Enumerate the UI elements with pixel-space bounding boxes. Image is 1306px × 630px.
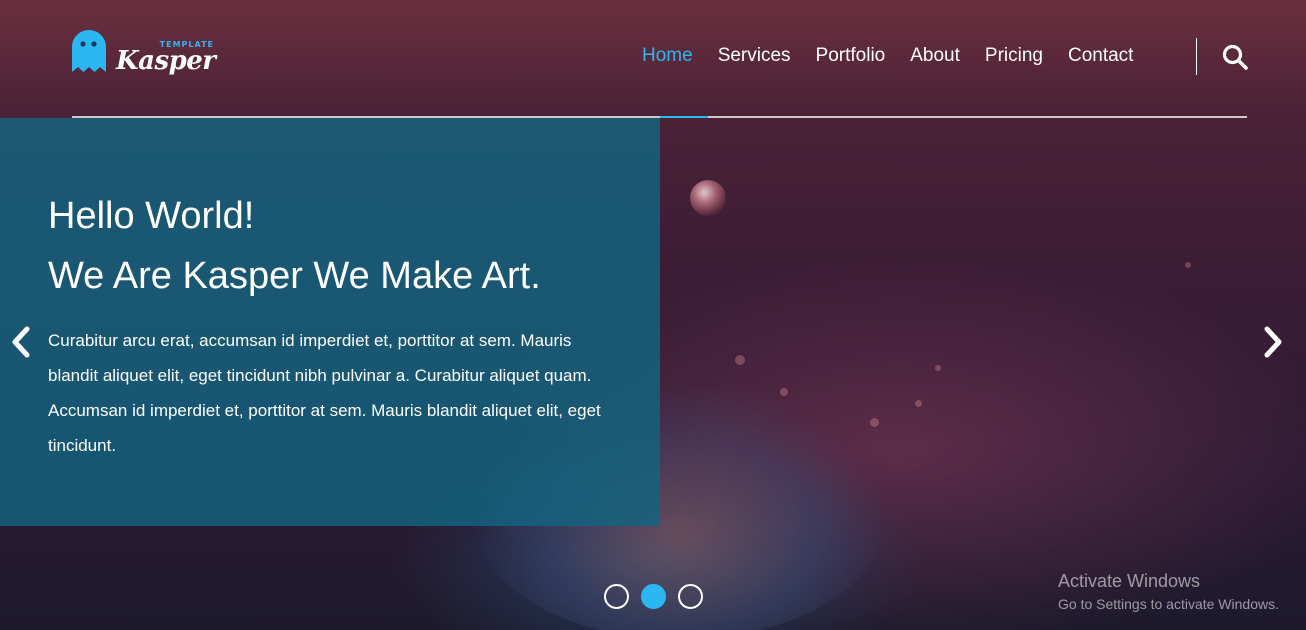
spray-droplet [780,388,788,396]
slider-pagination [604,584,715,609]
header-underline-accent [660,116,708,118]
slide-dot-3[interactable] [678,584,703,609]
watermark-title: Activate Windows [1058,571,1201,591]
spray-droplet [1185,262,1191,268]
hero-headline-line2: We Are Kasper We Make Art. [48,255,541,297]
nav-item-about[interactable]: About [910,44,960,68]
slide-dot-2[interactable] [641,584,666,609]
site-header: TEMPLATE Kasper Home Services Portfolio … [0,0,1306,118]
nav-item-services[interactable]: Services [718,44,791,68]
main-nav: Home Services Portfolio About Pricing Co… [642,44,1158,68]
search-icon[interactable] [1221,43,1249,71]
site-logo[interactable]: TEMPLATE Kasper [72,30,216,76]
logo-wordmark: TEMPLATE Kasper [116,30,216,76]
hero-body-text: Curabitur arcu erat, accumsan id imperdi… [48,331,601,455]
nav-item-contact[interactable]: Contact [1068,44,1133,68]
spray-droplet [935,365,941,371]
logo-brand-name: Kasper [116,46,216,76]
watermark-subtitle: Go to Settings to activate Windows. [1058,596,1279,612]
chevron-right-icon[interactable] [1260,325,1286,359]
chevron-left-icon[interactable] [8,325,34,359]
nav-item-portfolio[interactable]: Portfolio [816,44,886,68]
spray-droplet [735,355,745,365]
hero-headline: Hello World! We Are Kasper We Make Art. [48,186,648,306]
nav-divider [1196,38,1197,75]
spray-droplet [870,418,879,427]
slide-dot-1[interactable] [604,584,629,609]
windows-activation-watermark: Activate Windows Go to Settings to activ… [1058,570,1279,614]
nav-item-pricing[interactable]: Pricing [985,44,1043,68]
nav-item-home[interactable]: Home [642,44,693,68]
water-droplet-image [690,180,726,216]
spray-droplet [915,400,922,407]
hero-headline-line1: Hello World! [48,195,255,237]
ghost-logo-icon [72,30,106,72]
hero-content-panel: Hello World! We Are Kasper We Make Art. … [0,118,660,526]
